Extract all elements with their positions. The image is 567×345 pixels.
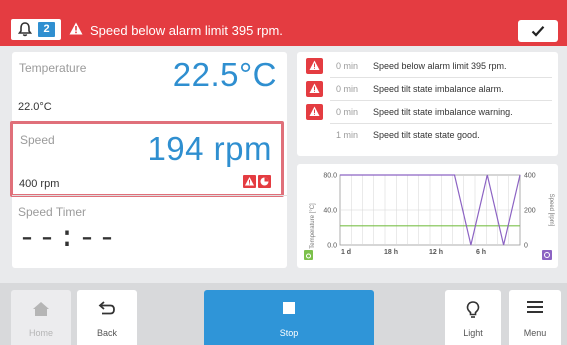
alarm-message: Speed below alarm limit 395 rpm. [90, 23, 283, 38]
back-arrow-icon [98, 301, 115, 315]
stop-label: Stop [279, 328, 299, 338]
message-row[interactable]: 0 min Speed tilt state imbalance alarm. [297, 78, 558, 101]
speed-timer-value[interactable]: --:-- [18, 222, 118, 256]
hamburger-menu-icon [527, 301, 543, 313]
trend-chart-svg: Temperature [°C] Speed [rpm] 80.0 40.0 0.0… [304, 173, 554, 260]
speed-value: 194 rpm [147, 130, 272, 167]
divider [12, 195, 287, 196]
message-text: Speed tilt state state good. [373, 130, 480, 140]
y-right-tick-label: 400 [524, 173, 536, 180]
warning-icon [306, 81, 323, 97]
speed-card[interactable]: Speed 194 rpm 400 rpm [10, 121, 284, 197]
back-button[interactable]: Back [77, 290, 137, 345]
message-row[interactable]: 0 min Speed below alarm limit 395 rpm. [297, 55, 558, 78]
message-text: Speed tilt state imbalance alarm. [373, 84, 504, 94]
back-label: Back [96, 328, 117, 338]
message-time: 0 min [336, 61, 359, 71]
speed-alarm-indicators [241, 175, 271, 193]
light-bulb-icon [466, 301, 480, 318]
home-button[interactable]: Home [11, 290, 71, 345]
message-row[interactable]: 1 min Speed tilt state state good. [297, 124, 558, 147]
speed-label: Speed [20, 133, 55, 147]
warning-icon [306, 58, 323, 74]
y-left-tick-label: 40.0 [323, 208, 337, 215]
stop-square-icon [283, 302, 295, 314]
temperature-label: Temperature [19, 61, 87, 75]
message-time: 0 min [336, 84, 359, 94]
x-tick-label: 1 d [341, 249, 351, 256]
y-left-tick-label: 0.0 [327, 243, 337, 250]
acknowledge-button[interactable] [518, 20, 558, 42]
stop-button[interactable]: Stop [204, 290, 374, 345]
speed-timer-label: Speed Timer [18, 205, 87, 219]
warning-icon [306, 104, 323, 120]
speed-legend-icon [542, 250, 552, 260]
x-tick-label: 18 h [384, 249, 398, 256]
imbalance-icon [258, 175, 271, 188]
menu-label: Menu [523, 328, 547, 338]
message-time: 0 min [336, 107, 359, 117]
temperature-setpoint: 22.0°C [18, 101, 52, 113]
speed-setpoint: 400 rpm [19, 178, 60, 190]
checkmark-icon [531, 26, 545, 37]
x-tick-label: 6 h [476, 249, 486, 256]
y-right-tick-label: 0 [524, 243, 528, 250]
message-row[interactable]: 0 min Speed tilt state imbalance warning… [297, 101, 558, 124]
x-tick-label: 12 h [429, 249, 443, 256]
home-icon [33, 302, 49, 316]
y-right-tick-label: 200 [524, 208, 536, 215]
menu-button[interactable]: Menu [509, 290, 561, 345]
y-left-tick-label: 80.0 [323, 173, 337, 180]
bell-icon [18, 22, 32, 37]
message-text: Speed below alarm limit 395 rpm. [373, 61, 507, 71]
message-text: Speed tilt state imbalance warning. [373, 107, 513, 117]
home-label: Home [28, 328, 53, 338]
alarm-count-button[interactable]: 2 [11, 19, 61, 40]
trend-chart[interactable]: Temperature [°C] Speed [rpm] 80.0 40.0 0.0… [297, 164, 558, 268]
warning-icon [243, 175, 256, 188]
y-axis-left-label: Temperature [°C] [310, 203, 316, 249]
light-button[interactable]: Light [445, 290, 501, 345]
temperature-value: 22.5°C [172, 56, 277, 93]
y-axis-right-label: Speed [rpm] [548, 194, 554, 227]
alarm-count-badge: 2 [38, 22, 55, 37]
alarm-bar: 2 Speed below alarm limit 395 rpm. [0, 0, 567, 46]
message-time: 1 min [336, 130, 359, 140]
message-list[interactable]: 0 min Speed below alarm limit 395 rpm. 0… [297, 52, 558, 156]
warning-icon [69, 22, 83, 35]
light-label: Light [463, 328, 483, 338]
